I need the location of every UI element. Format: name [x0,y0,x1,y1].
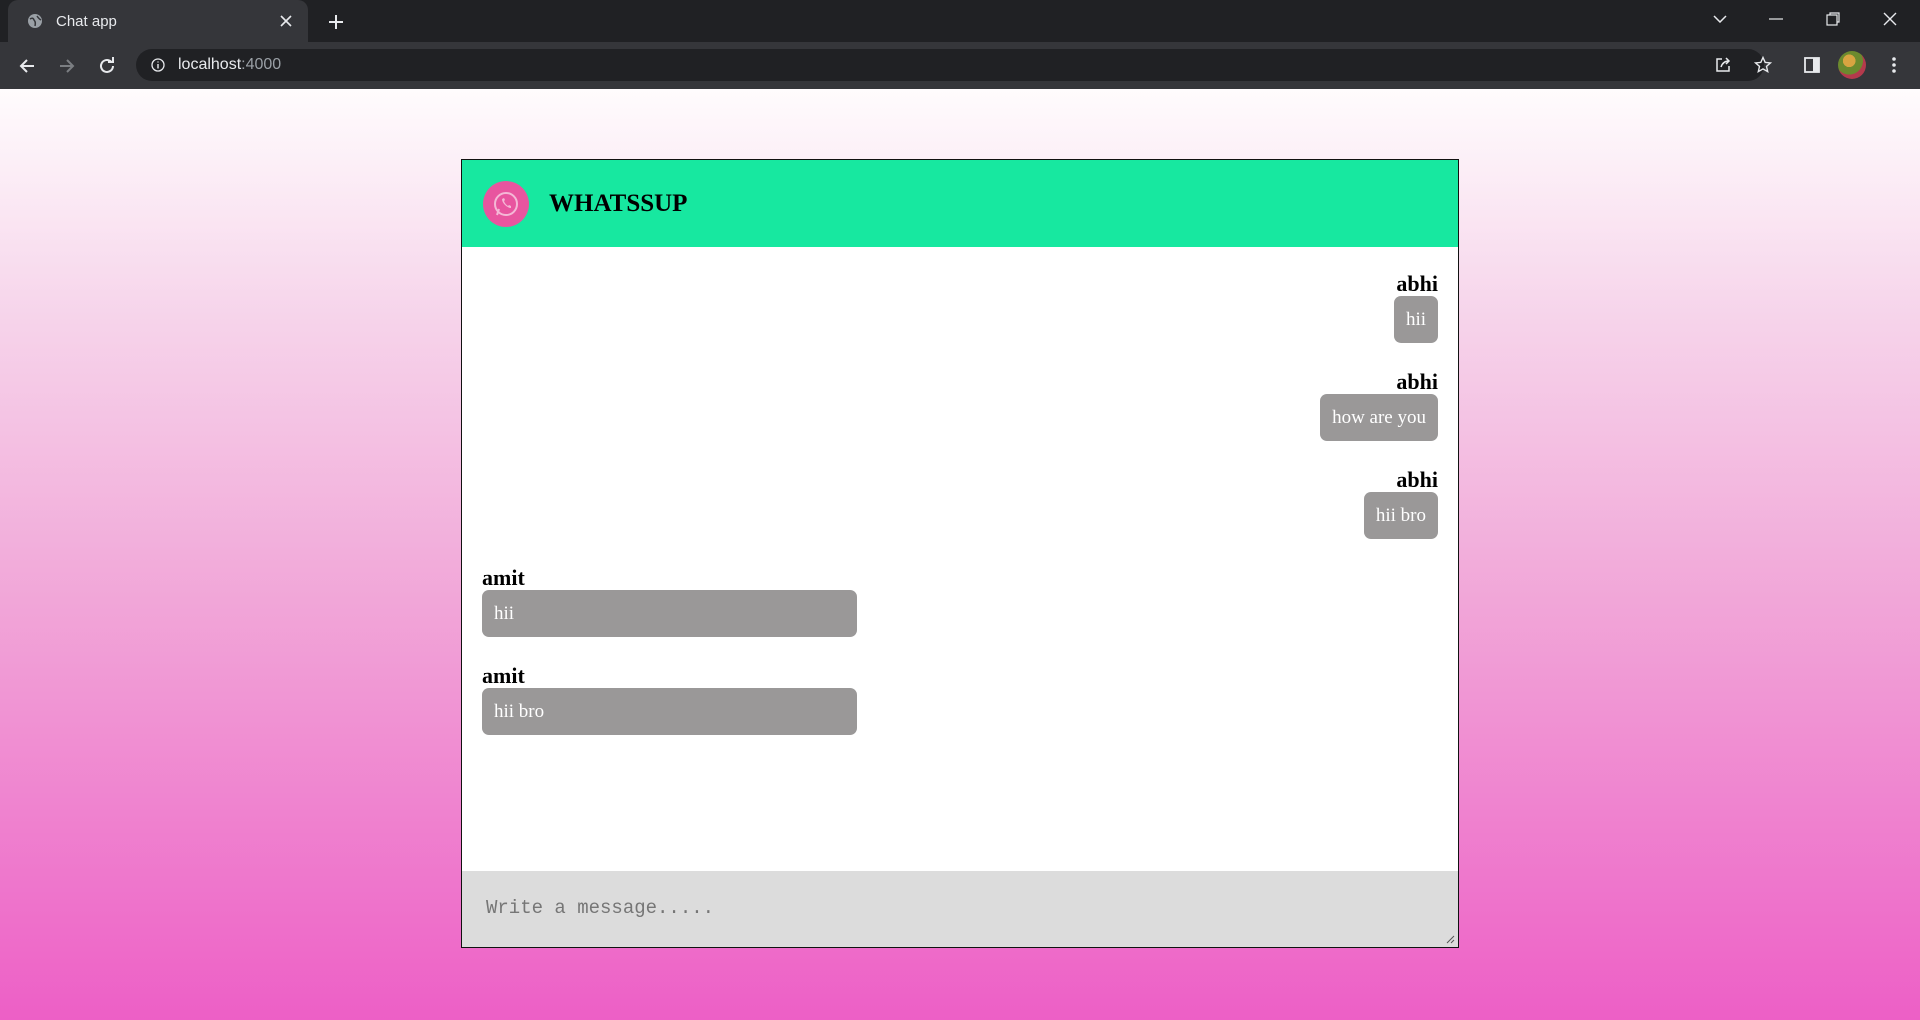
message-sender: amit [482,565,525,590]
site-info-icon[interactable] [150,57,166,73]
share-icon[interactable] [1707,49,1739,81]
resize-grip-icon[interactable] [1445,934,1455,944]
bookmark-star-icon[interactable] [1747,49,1779,81]
reload-icon[interactable] [92,51,122,81]
minimize-icon[interactable] [1750,0,1802,38]
browser-toolbar: localhost:4000 [0,42,1920,89]
close-tab-icon[interactable] [274,9,298,33]
restore-icon[interactable] [1807,0,1859,38]
message-sender: amit [482,663,525,688]
new-tab-button[interactable] [322,9,350,35]
message-bubble: hii [482,590,857,637]
chat-header: WHATSSUP [462,160,1458,247]
tab-title: Chat app [56,12,117,30]
message-item: amit hii bro [482,664,857,735]
page-background: WHATSSUP abhi hii abhi how are you abhi … [0,89,1920,1020]
message-bubble: hii [1393,296,1438,343]
message-item: abhi hii [1393,271,1438,343]
message-composer [462,871,1458,947]
message-list: abhi hii abhi how are you abhi hii bro a… [462,247,1458,871]
message-input[interactable] [462,871,1458,947]
chat-window: WHATSSUP abhi hii abhi how are you abhi … [461,159,1459,948]
message-item: amit hii [482,566,857,637]
url-text: localhost:4000 [178,56,282,73]
message-bubble: hii bro [1363,492,1438,539]
menu-kebab-icon[interactable] [1878,49,1910,81]
message-item: abhi how are you [1320,370,1438,441]
tab-search-icon[interactable] [1694,0,1746,38]
message-bubble: hii bro [482,688,857,735]
back-icon[interactable] [12,51,42,81]
browser-tab-bar: Chat app [0,0,1920,42]
forward-icon[interactable] [52,51,82,81]
close-window-icon[interactable] [1864,0,1916,38]
whatsapp-logo-icon [483,180,529,227]
side-panel-icon[interactable] [1796,49,1828,81]
address-bar[interactable]: localhost:4000 [136,49,1764,81]
message-bubble: how are you [1320,394,1438,441]
browser-tab[interactable]: Chat app [8,0,308,42]
message-sender: abhi [1396,271,1438,296]
message-sender: abhi [1396,369,1438,394]
message-sender: abhi [1396,467,1438,492]
profile-avatar[interactable] [1838,51,1866,79]
message-item: abhi hii bro [1363,467,1438,539]
app-title: WHATSSUP [549,189,688,217]
globe-icon [26,12,44,30]
